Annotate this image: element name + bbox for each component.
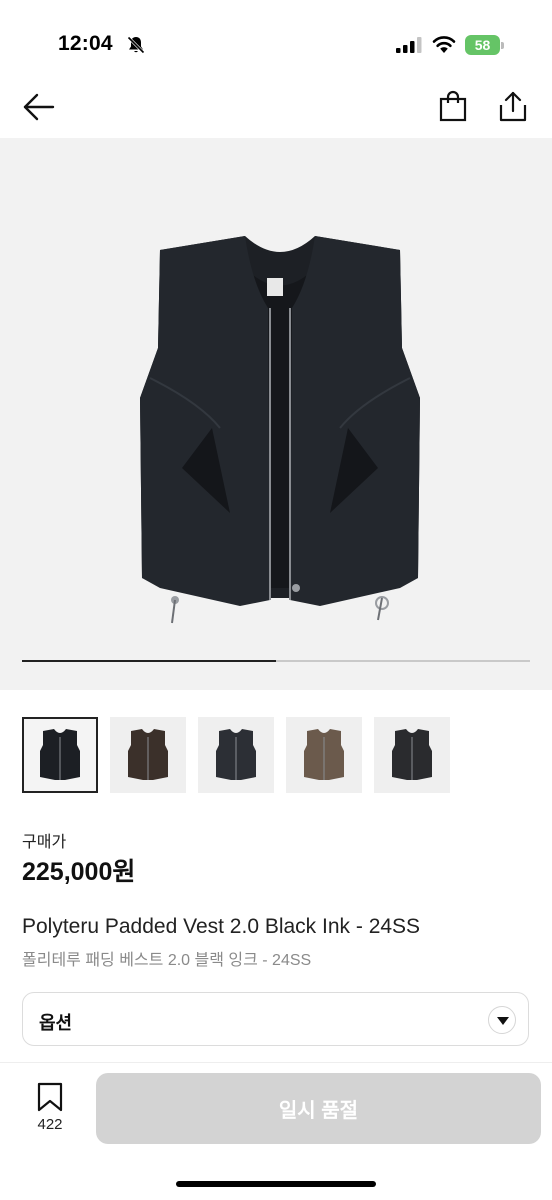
wishlist-count: 422 [37,1116,63,1133]
product-title-english: Polyteru Padded Vest 2.0 Black Ink - 24S… [22,915,421,938]
thumbnail-vest-dark-gray[interactable] [374,717,450,793]
price-value: 225,000원 [22,858,136,886]
status-time: 12:04 [58,32,113,55]
wishlist-button[interactable]: 422 [28,1082,72,1136]
thumbnail-vest-charcoal[interactable] [198,717,274,793]
product-image-carousel[interactable] [0,138,552,690]
bell-slash-icon [127,36,145,54]
thumbnail-vest-brown[interactable] [110,717,186,793]
thumbnail-vest-image [304,729,344,780]
thumbnail-strip [22,717,450,794]
product-title-korean: 폴리테루 패딩 베스트 2.0 블랙 잉크 - 24SS [22,952,312,969]
carousel-progress-track [22,660,530,662]
status-bar: 12:04 58 [0,0,552,90]
battery-cap [501,42,504,49]
back-arrow-icon[interactable] [22,92,56,122]
price-label: 구매가 [22,834,67,851]
battery-icon: 58 [465,35,505,55]
bottom-bar-divider [0,1062,552,1063]
thumbnail-vest-image [392,729,432,780]
product-image-vest [140,236,420,624]
sold-out-button[interactable]: 일시 품절 [96,1073,541,1144]
thumbnail-vest-image [216,729,256,780]
thumbnail-vest-image [128,729,168,780]
thumbnail-vest-olive-brown[interactable] [286,717,362,793]
home-indicator [176,1181,376,1187]
carousel-progress-fill [22,660,276,662]
nav-bar [0,80,552,136]
battery-level: 58 [465,35,500,55]
wifi-icon [432,36,456,53]
option-select[interactable]: 옵션 [22,992,529,1046]
dropdown-icon [488,1006,516,1034]
thumbnail-vest-black[interactable] [22,717,98,793]
cellular-signal-icon [396,37,422,53]
thumbnail-vest-image [40,729,80,780]
share-icon[interactable] [498,90,528,122]
shopping-bag-icon[interactable] [438,90,468,122]
bookmark-icon [37,1082,63,1112]
option-label: 옵션 [39,1013,73,1033]
